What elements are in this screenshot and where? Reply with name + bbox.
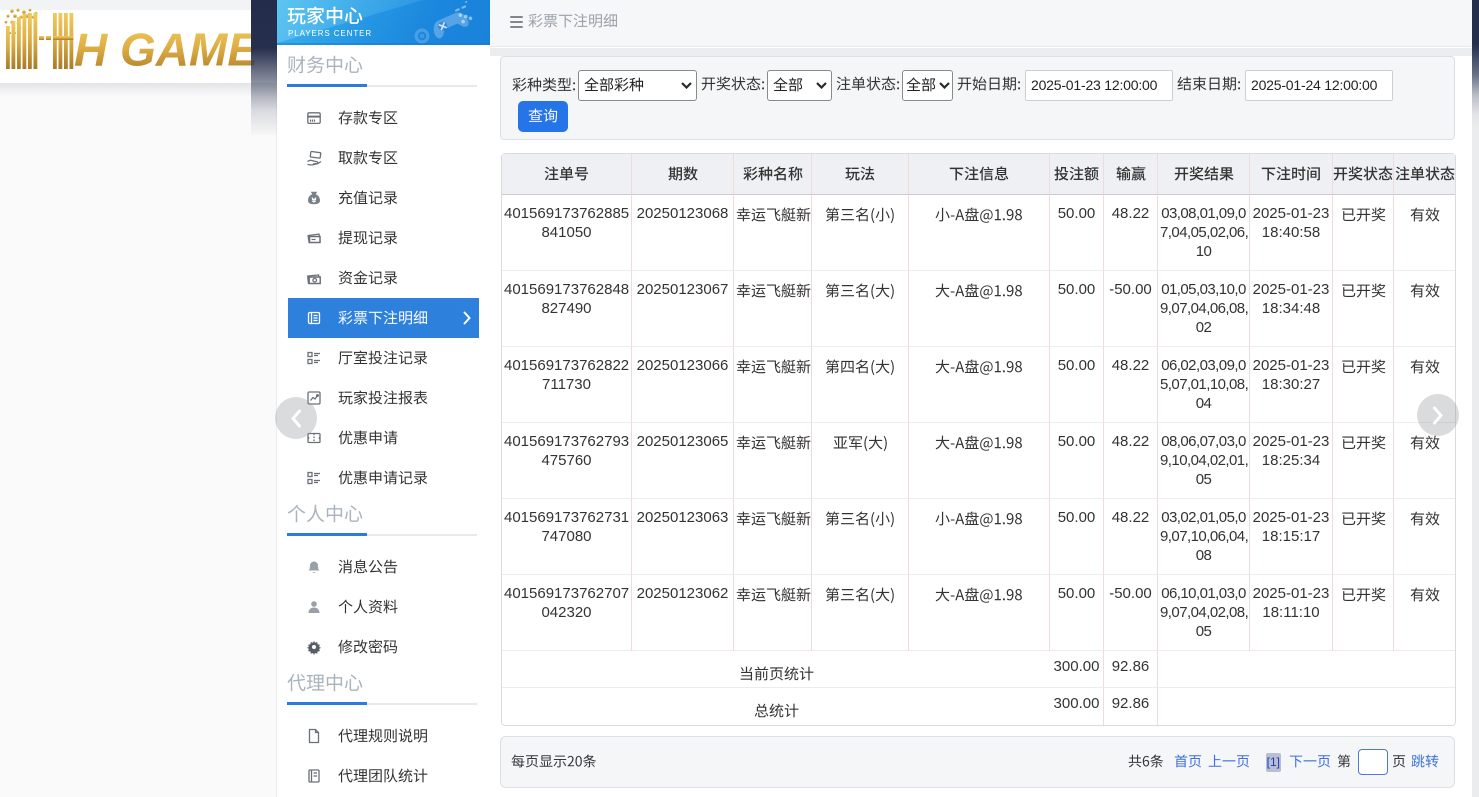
svg-text:H GAME: H GAME [74,24,258,76]
